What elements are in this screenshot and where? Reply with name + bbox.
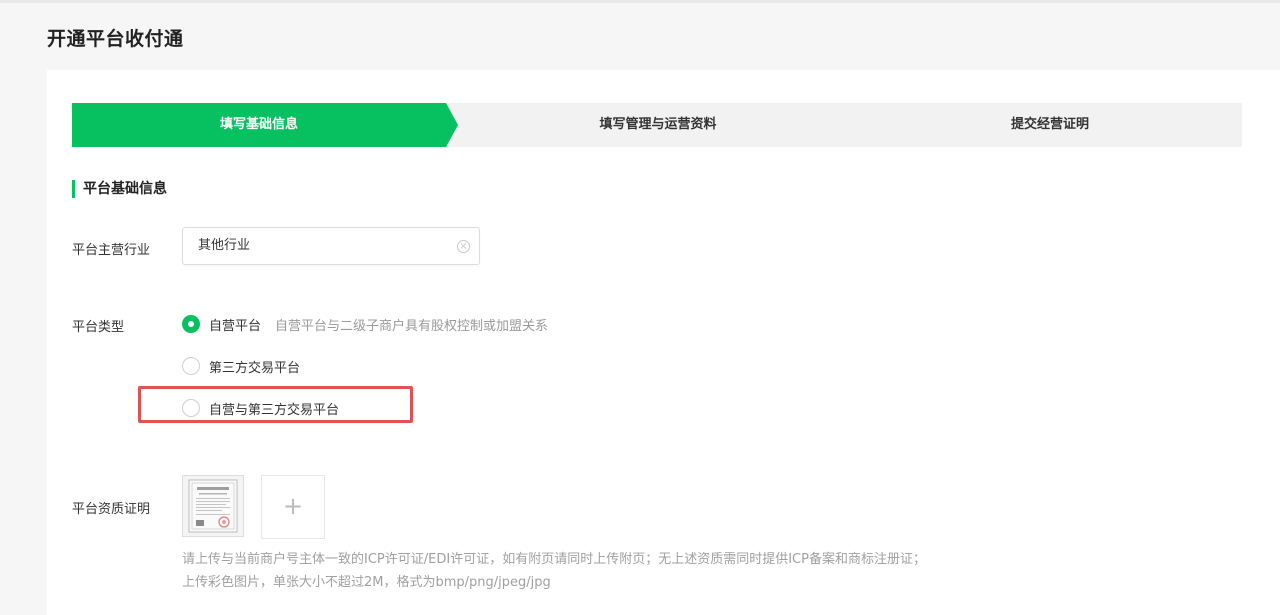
step-business-proof: 提交经营证明 (1010, 117, 1089, 132)
highlight-annotation-box (138, 386, 413, 423)
top-divider (0, 0, 1280, 3)
upload-hint-line-2: 上传彩色图片，单张大小不超过2M，格式为bmp/png/jpeg/jpg (182, 575, 551, 590)
section-title: 平台基础信息 (72, 180, 167, 198)
radio-unchecked-icon[interactable] (182, 357, 200, 375)
radio-description: 自营平台与二级子商户具有股权控制或加盟关系 (275, 318, 549, 334)
radio-option-self-operated[interactable]: 自营平台 自营平台与二级子商户具有股权控制或加盟关系 (182, 314, 548, 334)
radio-option-third-party[interactable]: 第三方交易平台 (182, 356, 300, 376)
certificate-image-icon (188, 479, 238, 533)
platform-type-label: 平台类型 (72, 320, 125, 335)
step-basic-info: 填写基础信息 (219, 117, 298, 132)
radio-checked-icon[interactable] (182, 315, 200, 333)
page-title: 开通平台收付通 (47, 28, 184, 50)
clear-circle-icon[interactable]: × (457, 240, 470, 253)
upload-hint-line-1: 请上传与当前商户号主体一致的ICP许可证/EDI许可证，如有附页请同时上传附页；… (182, 552, 926, 567)
industry-label: 平台主营行业 (72, 243, 151, 258)
uploaded-certificate-thumbnail[interactable] (182, 475, 244, 537)
qualification-label: 平台资质证明 (72, 502, 151, 517)
radio-label[interactable]: 第三方交易平台 (209, 357, 300, 376)
upload-add-button[interactable]: + (261, 475, 325, 539)
step-management-info: 填写管理与运营资料 (599, 117, 717, 132)
industry-select[interactable]: 其他行业 (182, 227, 480, 265)
form-card: 填写基础信息 填写管理与运营资料 提交经营证明 平台基础信息 平台主营行业 其他… (47, 70, 1280, 615)
radio-label[interactable]: 自营平台 (209, 315, 261, 334)
step-progress-bar: 填写基础信息 填写管理与运营资料 提交经营证明 (72, 103, 1242, 147)
